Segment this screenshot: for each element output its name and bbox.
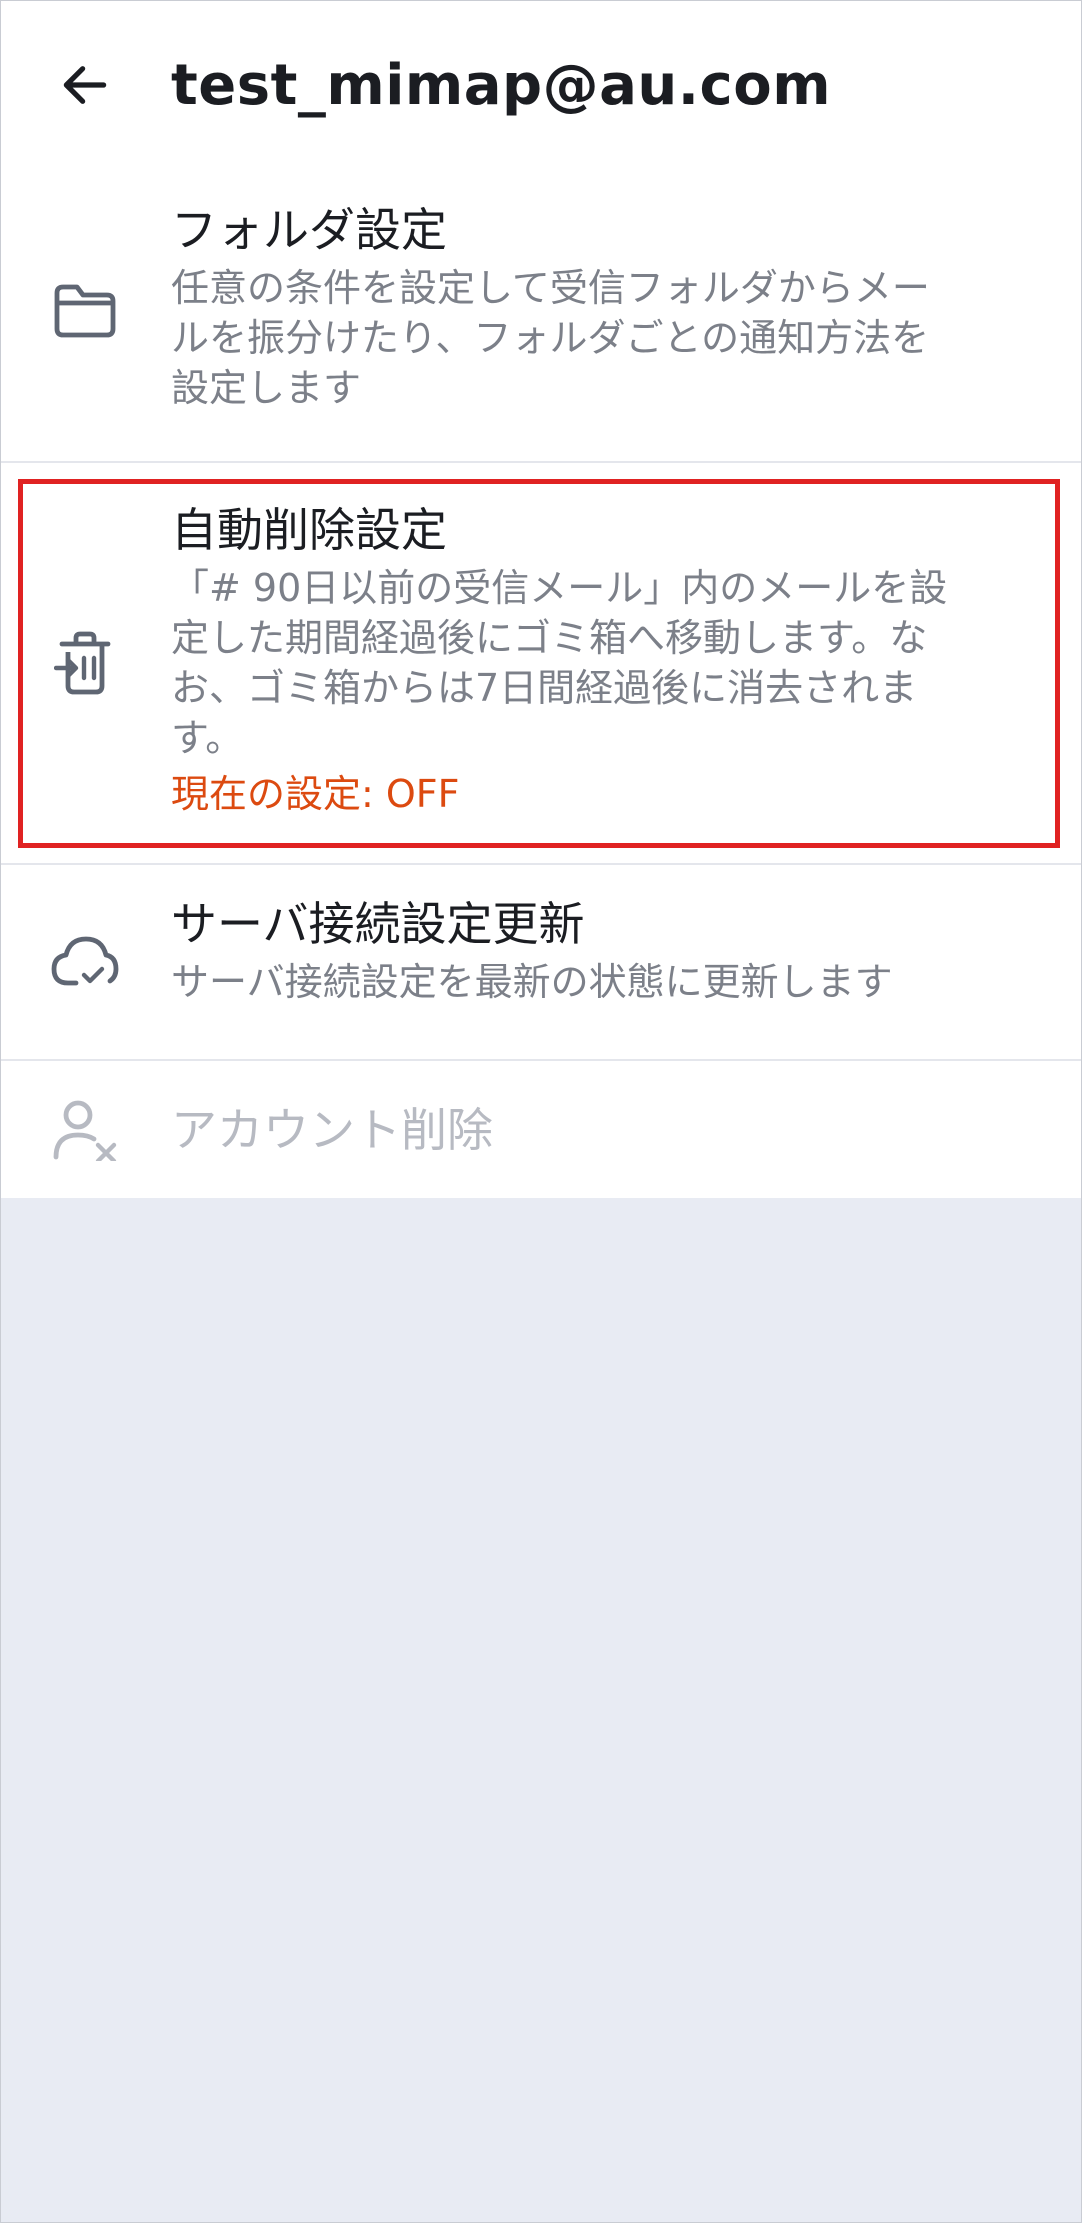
server-settings-title: サーバ接続設定更新 [171,897,585,951]
auto-delete-desc: 「# 90日以前の受信メール」内のメールを設 定した期間経過後にゴミ箱へ移動しま… [171,563,1021,763]
desc-line: 任意の条件を設定して受信フォルダからメー [171,266,930,310]
desc-line: 設定します [171,366,362,410]
back-button[interactable] [43,43,127,127]
cloud-check-icon [49,925,121,997]
server-settings-update-item[interactable]: サーバ接続設定更新 サーバ接続設定を最新の状態に更新します [1,865,1081,1059]
auto-delete-title: 自動削除設定 [171,503,447,557]
desc-line: サーバ接続設定を最新の状態に更新します [171,960,893,1004]
settings-panel: test_mimap@au.com フォルダ設定 任意の条件を設定して受信フォル… [1,1,1081,1198]
trash-move-icon [49,627,121,699]
desc-line: お、ゴミ箱からは7日間経過後に消去されま [171,666,918,710]
app-header: test_mimap@au.com [1,1,1081,171]
auto-delete-settings-item[interactable]: 自動削除設定 「# 90日以前の受信メール」内のメールを設 定した期間経過後にゴ… [1,471,1081,856]
desc-line: ルを振分けたり、フォルダごとの通知方法を [171,316,930,360]
folder-icon [49,275,121,347]
user-remove-icon [49,1093,121,1165]
folder-settings-title: フォルダ設定 [171,203,447,257]
desc-line: す。 [171,716,244,760]
page-title: test_mimap@au.com [171,53,832,118]
server-settings-desc: サーバ接続設定を最新の状態に更新します [171,957,1021,1007]
desc-line: 定した期間経過後にゴミ箱へ移動します。な [171,616,928,660]
folder-settings-item[interactable]: フォルダ設定 任意の条件を設定して受信フォルダからメー ルを振分けたり、フォルダ… [1,171,1081,461]
folder-settings-desc: 任意の条件を設定して受信フォルダからメー ルを振分けたり、フォルダごとの通知方法… [171,263,1021,413]
divider [1,461,1081,463]
current-setting-status: 現在の設定: OFF [171,772,460,816]
desc-line: 「# 90日以前の受信メール」内のメールを設 [171,566,948,610]
delete-account-title: アカウント削除 [171,1103,493,1157]
delete-account-item[interactable]: アカウント削除 [1,1061,1081,1198]
screen: test_mimap@au.com フォルダ設定 任意の条件を設定して受信フォル… [0,0,1082,2223]
arrow-left-icon [63,66,107,104]
